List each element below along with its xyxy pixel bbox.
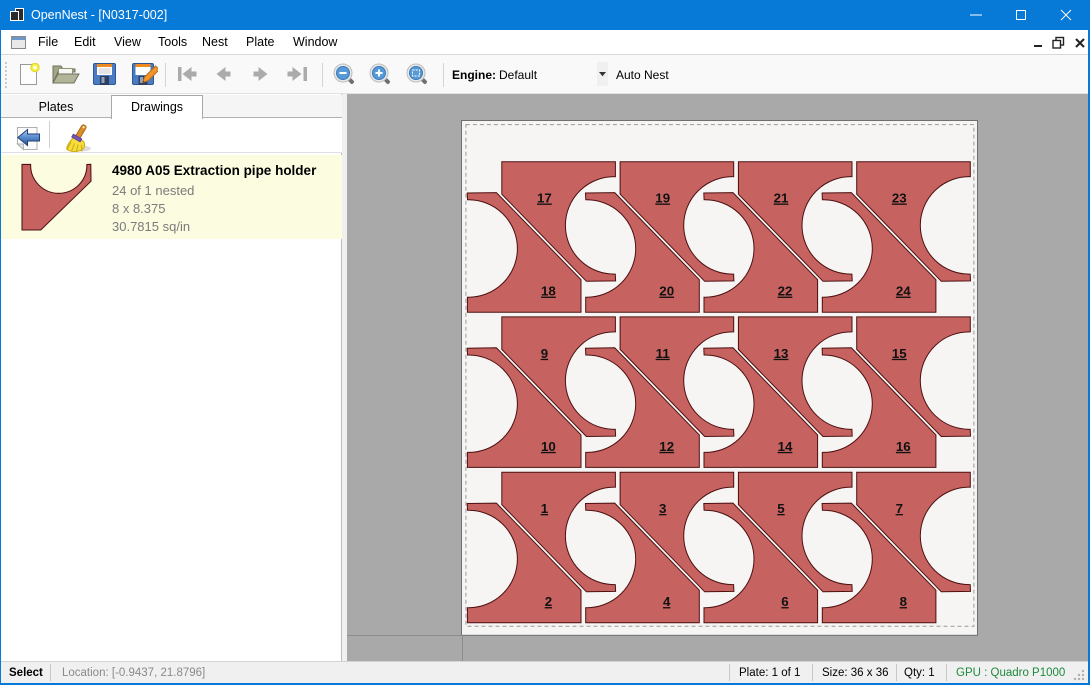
svg-text:9: 9 (540, 346, 547, 361)
svg-text:15: 15 (891, 346, 906, 361)
svg-text:7: 7 (895, 501, 902, 516)
svg-text:19: 19 (655, 191, 670, 206)
svg-text:11: 11 (655, 346, 670, 361)
svg-text:4: 4 (662, 594, 670, 609)
svg-text:1: 1 (540, 501, 548, 516)
svg-text:14: 14 (777, 439, 792, 454)
svg-text:17: 17 (537, 191, 552, 206)
svg-text:2: 2 (544, 594, 551, 609)
svg-text:10: 10 (541, 439, 556, 454)
svg-text:12: 12 (659, 439, 674, 454)
svg-text:23: 23 (891, 191, 906, 206)
svg-text:22: 22 (777, 284, 792, 299)
svg-text:24: 24 (895, 284, 910, 299)
svg-text:18: 18 (541, 284, 556, 299)
svg-text:16: 16 (895, 439, 910, 454)
svg-text:6: 6 (781, 594, 788, 609)
svg-text:5: 5 (777, 501, 785, 516)
svg-text:8: 8 (899, 594, 906, 609)
svg-text:21: 21 (773, 191, 788, 206)
svg-text:3: 3 (658, 501, 665, 516)
svg-text:13: 13 (773, 346, 788, 361)
svg-text:20: 20 (659, 284, 674, 299)
